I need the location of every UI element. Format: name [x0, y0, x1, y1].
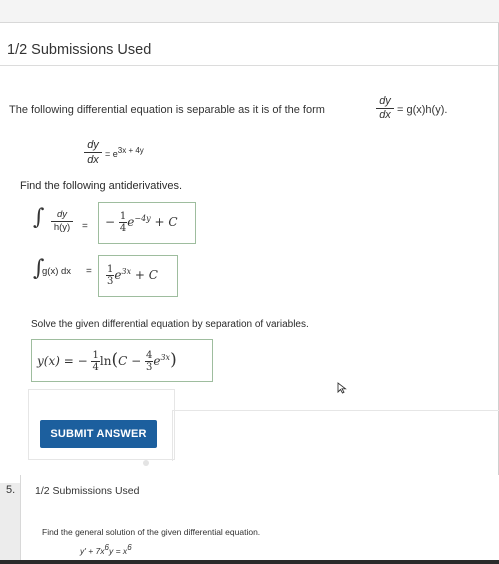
- next-equation-term-b: y = x: [109, 545, 128, 556]
- solution-answer-box[interactable]: y(x) = − 1 4 ln(C − 4 3 e3x): [31, 339, 213, 382]
- integral1-equals: =: [82, 221, 88, 232]
- scroll-indicator: [143, 460, 149, 466]
- equation-base: = e: [105, 149, 118, 159]
- form-derivative: dy dx: [376, 95, 394, 122]
- bottom-bar: [0, 560, 499, 564]
- solution-coefficient: 14: [91, 350, 100, 373]
- solution-exponent: 3x: [160, 353, 171, 362]
- question-statement: The following differential equation is s…: [9, 104, 325, 116]
- next-question-prompt: Find the general solution of the given d…: [42, 527, 261, 537]
- next-equation-exp-b: 6: [127, 543, 132, 552]
- form-denominator: dx: [379, 109, 391, 121]
- integral1-integrand: dy h(y): [51, 209, 73, 234]
- integral1-answer-constant: + C: [154, 215, 178, 229]
- form-rhs: = g(x)h(y).: [397, 104, 448, 116]
- equation-exponent: 3x + 4y: [117, 146, 144, 155]
- next-question-equation: y' + 7x6y = x6: [80, 543, 132, 556]
- equation-rhs: = e3x + 4y: [105, 146, 144, 159]
- top-strip: [0, 0, 499, 23]
- integral1-denominator: h(y): [53, 222, 71, 233]
- integral1-answer-sign: −: [105, 215, 116, 229]
- integral1-answer-box[interactable]: − 1 4 e−4y + C: [98, 202, 196, 244]
- equation-derivative: dy dx: [84, 138, 102, 167]
- integral1-numerator: dy: [51, 209, 73, 222]
- next-submissions-used: 1/2 Submissions Used: [35, 485, 140, 497]
- integral2-answer-constant: + C: [134, 268, 158, 282]
- next-equation-term-a: y' + 7x: [80, 545, 105, 556]
- solution-paren-close: ): [170, 350, 177, 370]
- integral1-answer-coefficient: 14: [118, 211, 128, 234]
- solution-ln: ln: [99, 354, 112, 368]
- form-numerator: dy: [376, 95, 394, 109]
- integral2-answer-exponent: 3x: [121, 267, 132, 276]
- integral1-answer-exponent: −4y: [134, 214, 151, 223]
- integral2-answer-box[interactable]: 1 3 e3x + C: [98, 255, 178, 297]
- mouse-cursor-icon: [337, 381, 347, 399]
- integral2-integrand: g(x) dx: [42, 266, 72, 277]
- integral2-equals: =: [86, 266, 92, 277]
- feedback-area: [172, 410, 499, 461]
- equation-numerator: dy: [84, 138, 102, 153]
- question-number: 5.: [6, 484, 16, 496]
- find-antiderivatives-label: Find the following antiderivatives.: [20, 180, 183, 192]
- submissions-used: 1/2 Submissions Used: [7, 42, 152, 58]
- solve-label: Solve the given differential equation by…: [31, 319, 309, 330]
- solution-constant: C −: [118, 354, 142, 368]
- submit-answer-button[interactable]: SUBMIT ANSWER: [40, 420, 157, 448]
- integral-icon: ∫: [33, 205, 45, 230]
- card-divider: [0, 65, 498, 66]
- equation-denominator: dx: [87, 154, 99, 166]
- solution-lhs: y(x) = −: [37, 354, 88, 368]
